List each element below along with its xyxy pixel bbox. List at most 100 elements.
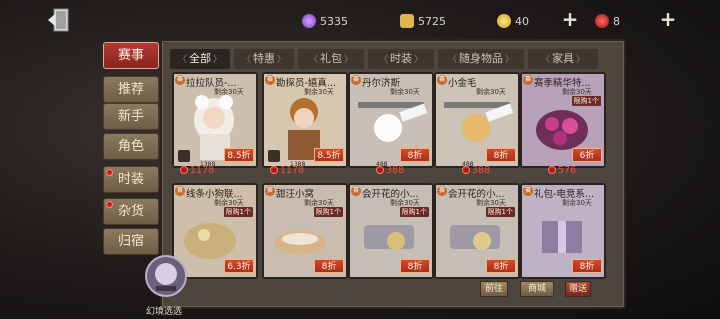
purple-gem-icon <box>302 14 316 28</box>
event-badge: 赛 <box>523 186 533 196</box>
sidebar-item-label: 推荐 <box>117 82 144 97</box>
shop-item-card[interactable]: 赛 丹尔济斯 剩余30天 8折 488 <box>348 72 434 168</box>
sidebar-item-label: 归宿 <box>117 234 144 249</box>
sidebar-item-label: 角色 <box>117 139 144 154</box>
gold-coin-icon <box>497 14 511 28</box>
item-stock: 剩余30天 <box>304 88 334 96</box>
tab-specials[interactable]: 特惠 <box>234 49 294 69</box>
button-label: 赠送 <box>568 284 587 294</box>
tab-furniture[interactable]: 家具 <box>528 49 598 69</box>
purchase-limit: 限购1个 <box>399 207 429 217</box>
purple-gem-value: 5335 <box>320 14 348 28</box>
event-badge: 赛 <box>351 186 361 196</box>
shop-item-card[interactable]: 赛 礼包-电竞系... 剩余30天 8折 <box>520 183 606 279</box>
exit-door-icon <box>48 8 69 32</box>
notification-dot <box>106 201 113 208</box>
event-badge: 赛 <box>351 75 361 85</box>
gold-coin-currency: 40 <box>497 12 529 30</box>
tab-all[interactable]: 全部 <box>170 49 230 69</box>
event-badge: 赛 <box>437 186 447 196</box>
gift-button[interactable]: 赠送 <box>565 281 591 297</box>
tab-bar: 全部 特惠 礼包 时装 随身物品 家具 <box>170 49 620 69</box>
plus-icon: + <box>659 7 677 31</box>
shop-item-card[interactable]: 赛 拉拉队员-... 剩余30天 8.5折 1388 <box>172 72 258 168</box>
price-value: 1178 <box>280 164 305 176</box>
price-label: 388 <box>376 164 404 176</box>
tab-label: 礼包 <box>320 52 342 65</box>
price-label: 388 <box>462 164 490 176</box>
button-label: 商城 <box>527 284 546 294</box>
purchase-limit: 限购1个 <box>313 207 343 217</box>
add-gold-button[interactable]: + <box>561 7 579 31</box>
shop-item-card[interactable]: 赛 赛季精华特... 剩余30天 限购1个 6折 <box>520 72 606 168</box>
event-badge: 赛 <box>175 186 185 196</box>
red-bead-value: 8 <box>613 14 620 28</box>
sidebar-item-label: 杂货 <box>117 204 144 219</box>
exit-button[interactable] <box>46 6 76 34</box>
puzzle-currency: 5725 <box>400 12 446 30</box>
event-badge: 赛 <box>437 75 447 85</box>
goto-button[interactable]: 前往 <box>480 281 508 297</box>
purchase-limit: 限购1个 <box>485 207 515 217</box>
price-value: 388 <box>472 164 491 176</box>
item-stock: 剩余30天 <box>214 88 244 96</box>
sidebar-item-events[interactable]: 赛事 <box>103 42 159 69</box>
dreamland-gallery-button[interactable] <box>144 254 188 298</box>
red-bead-icon <box>180 166 188 174</box>
tab-label: 随身物品 <box>459 52 503 65</box>
shop-item-card[interactable]: 赛 会开花的小... 剩余30天 限购1个 8折 <box>348 183 434 279</box>
lock-icon <box>268 150 280 162</box>
red-bead-icon <box>595 14 609 28</box>
sidebar-item-label: 新手 <box>117 109 144 124</box>
shop-item-card[interactable]: 赛 小金毛 剩余30天 8折 488 <box>434 72 520 168</box>
price-value: 1178 <box>190 164 215 176</box>
plus-icon: + <box>561 7 579 31</box>
red-bead-icon <box>270 166 278 174</box>
top-bar: 5335 5725 40 + 8 + <box>0 0 720 40</box>
purchase-limit: 限购1个 <box>571 96 601 106</box>
red-bead-currency: 8 <box>595 12 620 30</box>
add-red-bead-button[interactable]: + <box>659 7 677 31</box>
red-bead-icon <box>376 166 384 174</box>
discount-tag: 8.5折 <box>224 148 254 162</box>
purple-gem-currency: 5335 <box>302 12 348 30</box>
tab-label: 时装 <box>390 52 412 65</box>
purchase-limit: 限购1个 <box>223 207 253 217</box>
price-value: 576 <box>558 164 577 176</box>
tab-bundles[interactable]: 礼包 <box>298 49 364 69</box>
event-badge: 赛 <box>175 75 185 85</box>
price-label: 576 <box>548 164 576 176</box>
shop-item-card[interactable]: 赛 会开花的小... 剩余30天 限购1个 8折 <box>434 183 520 279</box>
red-bead-icon <box>548 166 556 174</box>
event-badge: 赛 <box>523 75 533 85</box>
lock-icon <box>178 150 190 162</box>
tab-accessories[interactable]: 随身物品 <box>438 49 524 69</box>
price-label: 1178 <box>180 164 214 176</box>
sidebar-item-newbie[interactable]: 新手 <box>103 103 159 130</box>
puzzle-value: 5725 <box>418 14 446 28</box>
sidebar-item-costume[interactable]: 时装 <box>103 166 159 193</box>
sidebar-item-home[interactable]: 归宿 <box>103 228 159 255</box>
discount-tag: 8折 <box>400 259 430 273</box>
shop-item-card[interactable]: 赛 勘探员-嬉真... 剩余30天 8.5折 1388 <box>262 72 348 168</box>
sidebar-item-character[interactable]: 角色 <box>103 133 159 160</box>
discount-tag: 8.5折 <box>314 148 344 162</box>
puzzle-piece-icon <box>400 14 414 28</box>
item-stock: 剩余30天 <box>562 199 592 207</box>
sidebar-item-recommend[interactable]: 推荐 <box>103 76 159 103</box>
tab-label: 全部 <box>189 52 211 65</box>
notification-dot <box>106 169 113 176</box>
tab-costumes[interactable]: 时装 <box>368 49 434 69</box>
tab-label: 特惠 <box>253 52 275 65</box>
tab-label: 家具 <box>552 52 574 65</box>
discount-tag: 8折 <box>572 259 602 273</box>
mall-button[interactable]: 商城 <box>520 281 554 297</box>
gold-coin-value: 40 <box>515 14 529 28</box>
discount-tag: 8折 <box>486 148 516 162</box>
event-badge: 赛 <box>265 75 275 85</box>
sidebar-item-goods[interactable]: 杂货 <box>103 198 159 225</box>
discount-tag: 8折 <box>400 148 430 162</box>
shop-item-card[interactable]: 赛 甜汪小窝 剩余30天 限购1个 8折 <box>262 183 348 279</box>
event-badge: 赛 <box>265 186 275 196</box>
item-stock: 剩余30天 <box>476 88 506 96</box>
